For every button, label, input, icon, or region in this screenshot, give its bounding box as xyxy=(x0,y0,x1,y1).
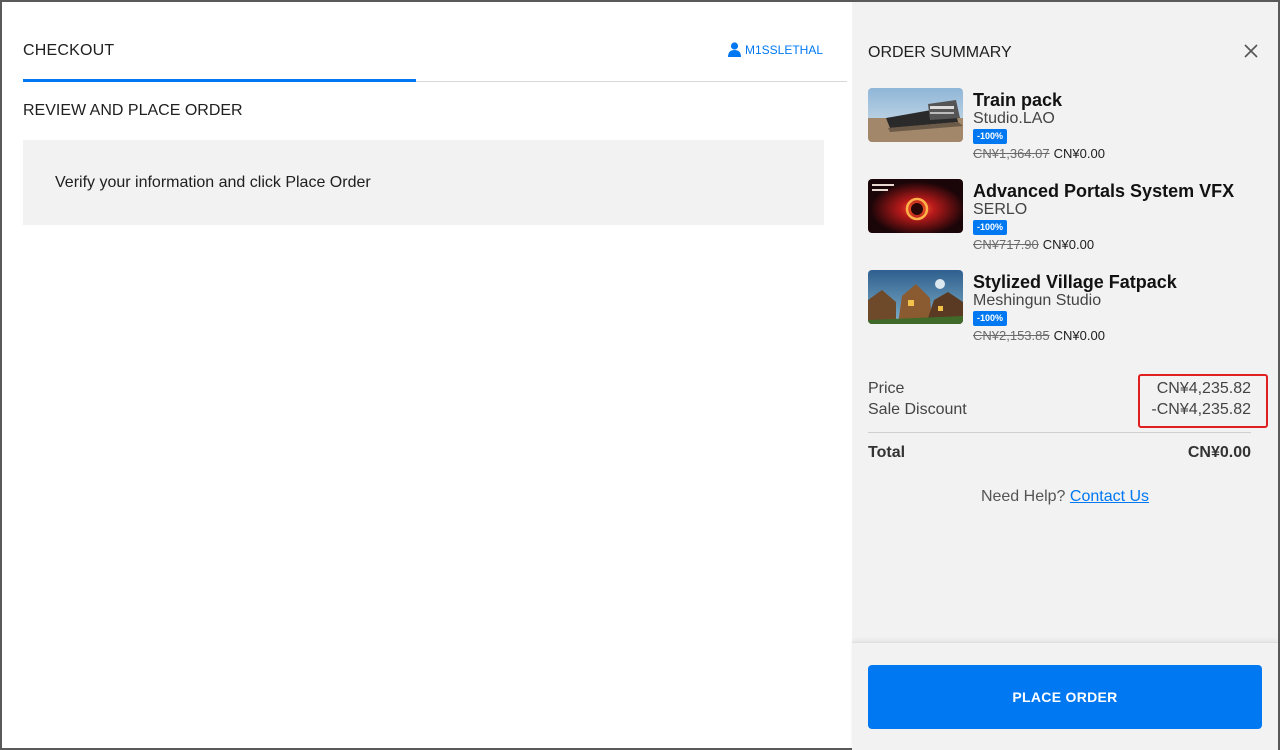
checkout-window: CHECKOUT M1SSLETHAL REVIEW AND PLACE ORD… xyxy=(0,0,1280,750)
info-message-box: Verify your information and click Place … xyxy=(23,140,824,225)
discount-badge: -100% xyxy=(973,311,1008,326)
original-price: CN¥2,153.85 xyxy=(973,328,1050,343)
item-info: Train pack Studio.LAO -100% CN¥1,364.07 C… xyxy=(973,88,1105,179)
order-items-list: Train pack Studio.LAO -100% CN¥1,364.07 C… xyxy=(868,88,1262,361)
total-value: CN¥0.00 xyxy=(1187,444,1251,461)
order-summary-title: ORDER SUMMARY xyxy=(868,44,1012,61)
user-account-link[interactable]: M1SSLETHAL xyxy=(727,42,823,57)
original-price: CN¥1,364.07 xyxy=(973,146,1050,161)
divider xyxy=(868,432,1251,433)
original-price: CN¥717.90 xyxy=(973,237,1039,252)
item-title: Stylized Village Fatpack xyxy=(973,272,1177,292)
discount-label: Sale Discount xyxy=(868,401,967,418)
item-price: CN¥2,153.85 CN¥0.00 xyxy=(973,328,1177,343)
place-order-button[interactable]: PLACE ORDER xyxy=(868,665,1262,729)
item-title: Train pack xyxy=(973,90,1063,110)
annotation-highlight-box xyxy=(1138,374,1268,428)
discount-badge: -100% xyxy=(973,129,1008,144)
price-label: Price xyxy=(868,380,905,397)
list-item: Stylized Village Fatpack Meshingun Studi… xyxy=(868,270,1262,361)
item-info: Advanced Portals System VFX SERLO -100% … xyxy=(973,179,1234,270)
close-button[interactable] xyxy=(1240,40,1262,62)
item-info: Stylized Village Fatpack Meshingun Studi… xyxy=(973,270,1177,361)
order-summary-pane: ORDER SUMMARY Train pack Studio.LAO -100… xyxy=(852,2,1278,750)
user-icon xyxy=(727,42,741,57)
info-message: Verify your information and click Place … xyxy=(55,173,371,191)
sale-price: CN¥0.00 xyxy=(1053,328,1105,343)
help-text: Need Help? Contact Us xyxy=(852,488,1278,506)
summary-footer: PLACE ORDER xyxy=(852,642,1278,750)
checkout-main-pane: CHECKOUT M1SSLETHAL REVIEW AND PLACE ORD… xyxy=(2,2,852,748)
section-title: REVIEW AND PLACE ORDER xyxy=(23,102,243,119)
item-price: CN¥1,364.07 CN¥0.00 xyxy=(973,146,1105,161)
list-item: Train pack Studio.LAO -100% CN¥1,364.07 C… xyxy=(868,88,1262,179)
contact-us-link[interactable]: Contact Us xyxy=(1070,488,1149,505)
item-thumbnail-portals xyxy=(868,179,963,233)
checkout-header: CHECKOUT M1SSLETHAL xyxy=(23,2,847,82)
item-thumbnail-train xyxy=(868,88,963,142)
item-thumbnail-village xyxy=(868,270,963,324)
item-publisher: Studio.LAO xyxy=(973,110,1055,127)
discount-badge: -100% xyxy=(973,220,1008,235)
tab-checkout[interactable]: CHECKOUT xyxy=(23,42,114,60)
username-label: M1SSLETHAL xyxy=(744,42,823,57)
item-title: Advanced Portals System VFX xyxy=(973,181,1235,201)
sale-price: CN¥0.00 xyxy=(1053,146,1105,161)
item-price: CN¥717.90 CN¥0.00 xyxy=(973,237,1234,252)
list-item: Advanced Portals System VFX SERLO -100% … xyxy=(868,179,1262,270)
close-icon xyxy=(1244,44,1258,58)
total-row: Total CN¥0.00 xyxy=(868,444,1251,462)
total-label: Total xyxy=(868,444,906,461)
help-label: Need Help? xyxy=(980,488,1070,505)
price-breakdown: Price CN¥4,235.82 Sale Discount -CN¥4,23… xyxy=(868,374,1268,428)
item-publisher: SERLO xyxy=(973,201,1028,218)
item-publisher: Meshingun Studio xyxy=(973,292,1102,309)
sale-price: CN¥0.00 xyxy=(1042,237,1095,252)
tab-active-indicator xyxy=(23,79,416,82)
